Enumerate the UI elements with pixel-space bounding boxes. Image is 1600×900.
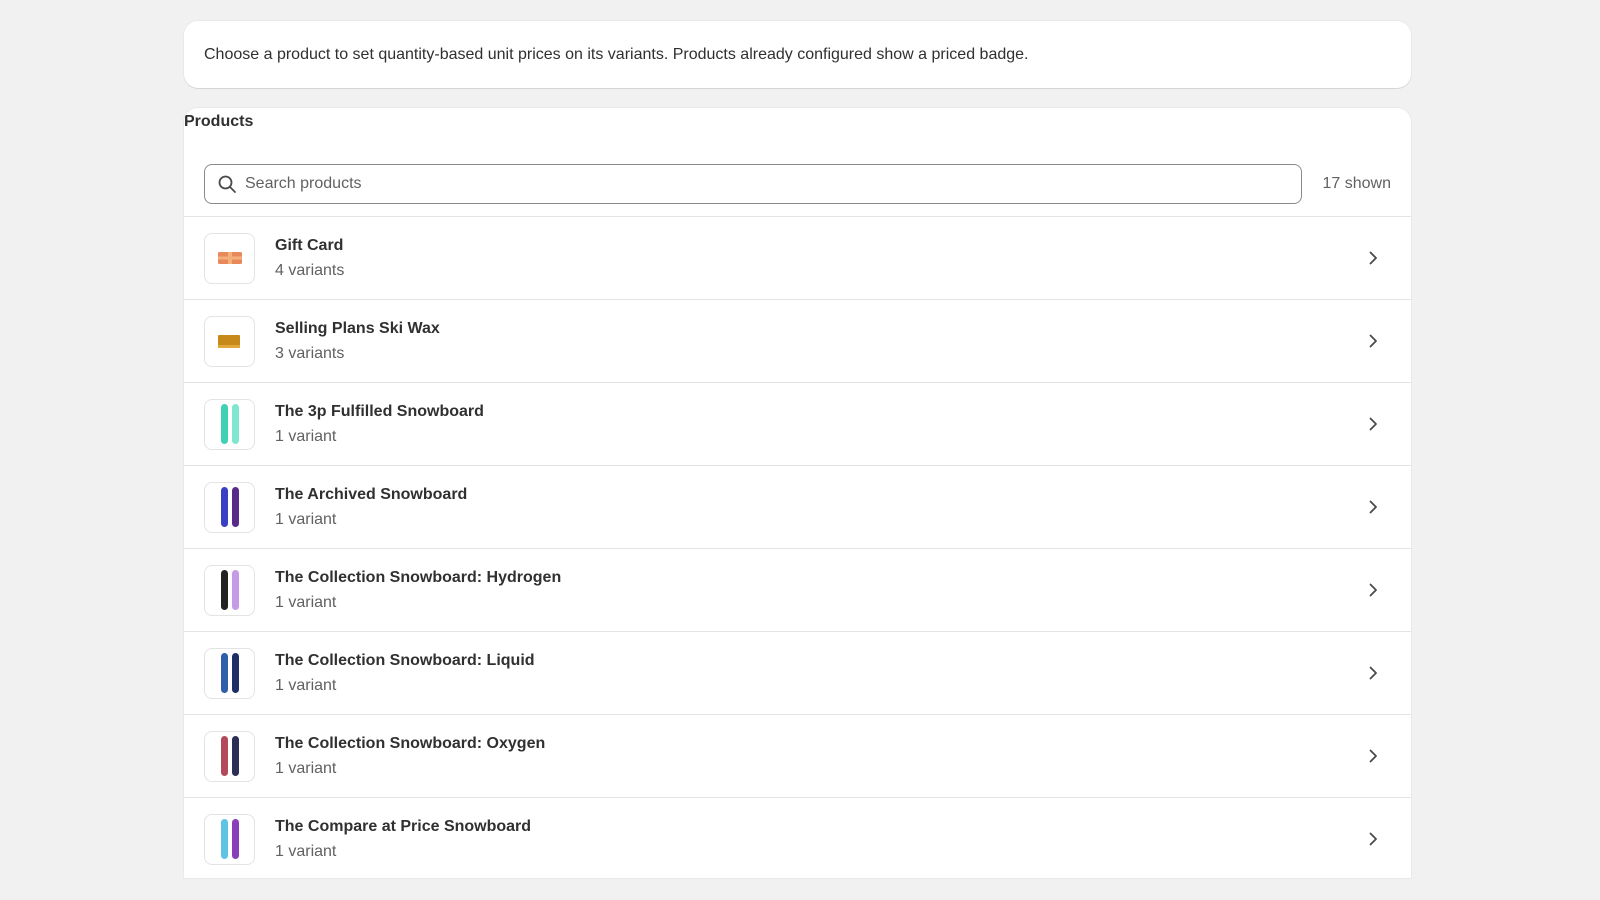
- product-row[interactable]: The 3p Fulfilled Snowboard 1 variant: [184, 383, 1411, 466]
- product-variant-count: 4 variants: [275, 261, 345, 279]
- search-input[interactable]: [245, 175, 1289, 193]
- chevron-right-icon: [1369, 832, 1377, 846]
- product-text: The Compare at Price Snowboard 1 variant: [275, 816, 1363, 863]
- product-variant-count: 1 variant: [275, 842, 337, 860]
- product-text: The Collection Snowboard: Liquid 1 varia…: [275, 650, 1363, 697]
- product-name: The Collection Snowboard: Oxygen: [275, 734, 546, 752]
- product-variant-count: 1 variant: [275, 510, 337, 528]
- page: Choose a product to set quantity-based u…: [184, 21, 1411, 878]
- chevron-right-icon: [1369, 583, 1377, 597]
- product-thumbnail: [204, 481, 255, 533]
- product-text: The Collection Snowboard: Hydrogen 1 var…: [275, 567, 1363, 614]
- product-row[interactable]: The Collection Snowboard: Hydrogen 1 var…: [184, 549, 1411, 632]
- product-row[interactable]: The Archived Snowboard 1 variant: [184, 466, 1411, 549]
- product-thumbnail: [204, 730, 255, 782]
- info-text: Choose a product to set quantity-based u…: [204, 45, 1029, 63]
- product-name: The Collection Snowboard: Liquid: [275, 651, 535, 669]
- snowboard-icon: [220, 736, 239, 776]
- product-thumbnail: [204, 315, 255, 367]
- product-name: The Archived Snowboard: [275, 485, 468, 503]
- search-row: 17 shown: [204, 164, 1391, 204]
- product-text: The Archived Snowboard 1 variant: [275, 484, 1363, 531]
- product-list: Gift Card 4 variants Selling Plans Ski W…: [184, 216, 1411, 878]
- product-text: Selling Plans Ski Wax 3 variants: [275, 318, 1363, 365]
- search-box[interactable]: [204, 164, 1302, 204]
- chevron-right-icon: [1369, 749, 1377, 763]
- ski-wax-icon: [217, 335, 240, 348]
- info-banner: Choose a product to set quantity-based u…: [184, 21, 1411, 88]
- shown-count: 17 shown: [1322, 175, 1392, 192]
- product-variant-count: 3 variants: [275, 344, 345, 362]
- chevron-right-icon: [1369, 666, 1377, 680]
- product-variant-count: 1 variant: [275, 593, 337, 611]
- chevron-right-icon: [1369, 251, 1377, 265]
- product-text: The Collection Snowboard: Oxygen 1 varia…: [275, 733, 1363, 780]
- product-text: The 3p Fulfilled Snowboard 1 variant: [275, 401, 1363, 448]
- snowboard-icon: [220, 404, 239, 444]
- product-row[interactable]: Gift Card 4 variants: [184, 217, 1411, 300]
- products-card: Products 17 shown Gift Card 4 variants S…: [184, 108, 1411, 878]
- product-row[interactable]: Selling Plans Ski Wax 3 variants: [184, 300, 1411, 383]
- product-name: The 3p Fulfilled Snowboard: [275, 402, 484, 420]
- snowboard-icon: [220, 570, 239, 610]
- product-thumbnail: [204, 813, 255, 865]
- chevron-right-icon: [1369, 334, 1377, 348]
- snowboard-icon: [220, 487, 239, 527]
- product-row[interactable]: The Collection Snowboard: Liquid 1 varia…: [184, 632, 1411, 715]
- product-name: Gift Card: [275, 236, 344, 254]
- product-text: Gift Card 4 variants: [275, 235, 1363, 282]
- gift-card-icon: [217, 252, 242, 264]
- product-row[interactable]: The Compare at Price Snowboard 1 variant: [184, 798, 1411, 878]
- search-icon: [218, 175, 236, 193]
- product-thumbnail: [204, 564, 255, 616]
- product-name: Selling Plans Ski Wax: [275, 319, 440, 337]
- chevron-right-icon: [1369, 500, 1377, 514]
- product-thumbnail: [204, 398, 255, 450]
- product-thumbnail: [204, 647, 255, 699]
- products-title: Products: [184, 113, 254, 130]
- product-variant-count: 1 variant: [275, 759, 337, 777]
- product-thumbnail: [204, 232, 255, 284]
- product-variant-count: 1 variant: [275, 676, 337, 694]
- chevron-right-icon: [1369, 417, 1377, 431]
- product-name: The Collection Snowboard: Hydrogen: [275, 568, 562, 586]
- snowboard-icon: [220, 653, 239, 693]
- product-variant-count: 1 variant: [275, 427, 337, 445]
- snowboard-icon: [220, 819, 239, 859]
- product-name: The Compare at Price Snowboard: [275, 817, 532, 835]
- product-row[interactable]: The Collection Snowboard: Oxygen 1 varia…: [184, 715, 1411, 798]
